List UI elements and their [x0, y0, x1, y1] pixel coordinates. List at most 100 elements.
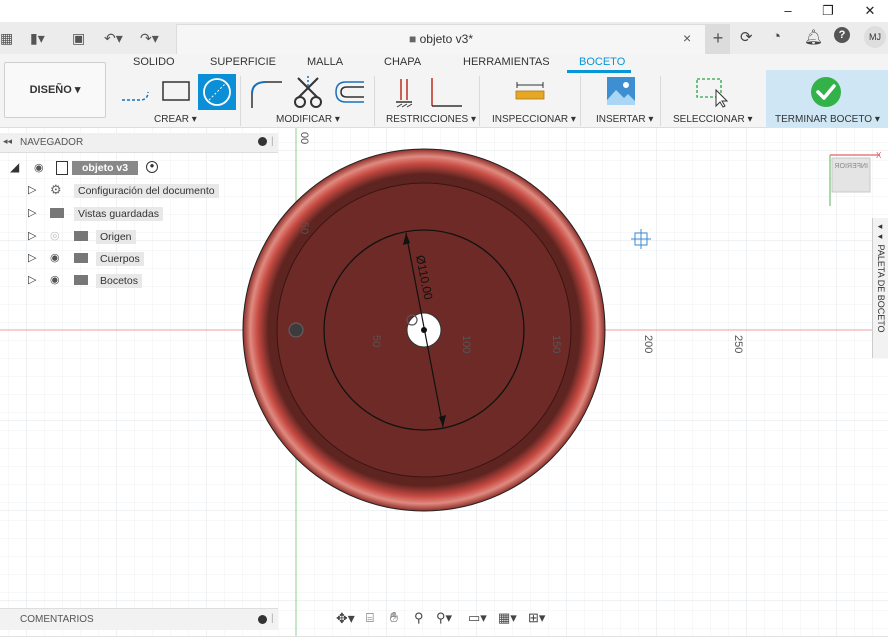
- tab-boceto[interactable]: BOCETO: [579, 56, 625, 68]
- tree-root[interactable]: ◢ ◉ objeto v3 ●: [10, 160, 270, 178]
- tab-chapa[interactable]: CHAPA: [384, 56, 421, 68]
- restore-button[interactable]: ❐: [818, 2, 838, 20]
- document-tab[interactable]: ■ objeto v3* ×: [176, 24, 706, 54]
- viewports-icon[interactable]: ⊞▾: [528, 610, 545, 626]
- tree-item-label: Origen: [96, 230, 136, 244]
- group-restricciones[interactable]: RESTRICCIONES ▾: [386, 114, 476, 125]
- grid-menu-icon[interactable]: ▦: [0, 28, 13, 48]
- close-tab-button[interactable]: ×: [683, 30, 691, 46]
- comments-panel[interactable]: COMENTARIOS |: [0, 608, 278, 630]
- ribbon-separator: [479, 76, 480, 126]
- minimize-button[interactable]: –: [778, 2, 798, 20]
- tab-herramientas[interactable]: HERRAMIENTAS: [463, 56, 550, 68]
- group-modificar[interactable]: MODIFICAR ▾: [276, 114, 340, 125]
- group-crear[interactable]: CREAR ▾: [154, 114, 197, 125]
- ribbon-separator: [374, 76, 375, 126]
- vertical-ruler-label: 00: [298, 132, 310, 144]
- finish-sketch-check-icon[interactable]: [810, 76, 842, 108]
- circle-tool-icon[interactable]: [198, 74, 236, 110]
- line-tool-icon[interactable]: [118, 78, 152, 106]
- navigator-title: NAVEGADOR: [20, 137, 84, 148]
- folder-icon: [50, 208, 64, 218]
- pan-hand-icon[interactable]: ✋︎: [390, 609, 398, 626]
- coincident-constraint-icon[interactable]: [392, 76, 418, 110]
- panel-divider-icon: |: [271, 136, 274, 147]
- collapse-triangle-icon[interactable]: ◢: [10, 160, 19, 174]
- expand-triangle-icon[interactable]: ▷: [28, 183, 36, 196]
- job-status-icon[interactable]: ◔: [772, 28, 781, 45]
- tree-item-label: Vistas guardadas: [74, 207, 163, 221]
- ribbon-toolbar: SOLIDO SUPERFICIE MALLA CHAPA HERRAMIENT…: [0, 54, 888, 128]
- save-icon[interactable]: ▣: [72, 28, 85, 48]
- expand-palette-icon[interactable]: ◂◂: [876, 222, 886, 245]
- ribbon-separator: [580, 76, 581, 126]
- expand-triangle-icon[interactable]: ▷: [28, 251, 36, 264]
- rectangle-tool-icon[interactable]: [160, 78, 192, 106]
- pin-navigator-icon[interactable]: [258, 137, 267, 146]
- activate-radio-icon[interactable]: ●: [146, 161, 158, 173]
- file-menu-icon[interactable]: ▮▾: [30, 28, 45, 48]
- select-tool-icon[interactable]: [694, 76, 728, 108]
- expand-triangle-icon[interactable]: ▷: [28, 273, 36, 286]
- vertical-ruler-label: 50: [298, 222, 310, 234]
- tab-superficie[interactable]: SUPERFICIE: [210, 56, 276, 68]
- redo-icon[interactable]: ↷▾: [140, 28, 159, 48]
- visibility-eye-icon[interactable]: ◉: [34, 161, 44, 174]
- grid-settings-icon[interactable]: ▦▾: [498, 610, 517, 626]
- offset-tool-icon[interactable]: [332, 76, 366, 108]
- look-at-icon[interactable]: ⌸: [366, 610, 374, 626]
- measure-tool-icon[interactable]: [514, 80, 546, 102]
- expand-triangle-icon[interactable]: ▷: [28, 229, 36, 242]
- close-window-button[interactable]: ✕: [860, 2, 880, 20]
- user-avatar[interactable]: MJ: [864, 26, 886, 48]
- navigation-toolbar: ✥▾ ⌸ ✋︎ ⚲ ⚲▾ ▭▾ ▦▾ ⊞▾: [330, 608, 556, 630]
- fillet-tool-icon[interactable]: [248, 76, 284, 110]
- visibility-eye-icon[interactable]: ◉: [50, 273, 60, 286]
- gear-icon: ⚙: [50, 182, 62, 197]
- window-titlebar: – ❐ ✕: [0, 0, 888, 22]
- group-terminar-boceto[interactable]: TERMINAR BOCETO ▾: [775, 114, 880, 125]
- tab-solido[interactable]: SOLIDO: [133, 56, 175, 68]
- navigator-header[interactable]: ◂◂ NAVEGADOR |: [0, 133, 278, 153]
- fit-view-icon[interactable]: ⚲▾: [436, 610, 452, 626]
- sketch-palette-tab[interactable]: ◂◂ PALETA DE BOCETO: [872, 218, 888, 358]
- viewcube-x-label: X: [876, 151, 882, 160]
- status-bar: [0, 636, 888, 641]
- ruler-label: 200: [642, 335, 654, 353]
- collapse-navigator-icon[interactable]: ◂◂: [3, 136, 12, 147]
- display-settings-icon[interactable]: ▭▾: [468, 610, 487, 626]
- group-insertar[interactable]: INSERTAR ▾: [596, 114, 653, 125]
- tree-item-origen[interactable]: ▷ ◎ Origen: [28, 228, 268, 246]
- expand-triangle-icon[interactable]: ▷: [28, 206, 36, 219]
- perpendicular-constraint-icon[interactable]: [426, 76, 466, 110]
- visibility-eye-icon[interactable]: ◉: [50, 251, 60, 264]
- add-comment-icon[interactable]: [258, 615, 267, 624]
- tree-item-cuerpos[interactable]: ▷ ◉ Cuerpos: [28, 250, 268, 268]
- insert-image-icon[interactable]: [606, 76, 636, 106]
- notifications-icon[interactable]: 🔔︎: [804, 28, 823, 46]
- ribbon-separator: [240, 76, 241, 126]
- sketch-origin-icon: [288, 322, 304, 338]
- ruler-label: 50: [370, 335, 382, 347]
- help-icon[interactable]: ?: [834, 27, 850, 43]
- new-tab-button[interactable]: +: [706, 24, 730, 54]
- tree-item-vistas[interactable]: ▷ Vistas guardadas: [28, 205, 268, 223]
- hidden-eye-icon[interactable]: ◎: [50, 229, 60, 242]
- folder-icon: [74, 275, 88, 285]
- workspace-dropdown[interactable]: DISEÑO ▾: [4, 62, 106, 118]
- tree-item-bocetos[interactable]: ▷ ◉ Bocetos: [28, 272, 268, 290]
- tab-malla[interactable]: MALLA: [307, 56, 343, 68]
- ribbon-separator: [660, 76, 661, 126]
- tree-root-label: objeto v3: [72, 161, 139, 175]
- tree-item-label: Bocetos: [96, 274, 142, 288]
- undo-icon[interactable]: ↶▾: [104, 28, 123, 48]
- tree-item-configuracion[interactable]: ▷ ⚙ Configuración del documento: [28, 182, 268, 200]
- trim-tool-icon[interactable]: [292, 74, 326, 110]
- viewcube-face-label: INFERIOR: [835, 163, 868, 170]
- group-seleccionar[interactable]: SELECCIONAR ▾: [673, 114, 752, 125]
- active-tab-indicator: [567, 70, 631, 73]
- zoom-icon[interactable]: ⚲: [414, 610, 424, 626]
- data-panel-icon[interactable]: ⟳: [740, 28, 753, 46]
- group-inspeccionar[interactable]: INSPECCIONAR ▾: [492, 114, 576, 125]
- orbit-icon[interactable]: ✥▾: [336, 610, 355, 627]
